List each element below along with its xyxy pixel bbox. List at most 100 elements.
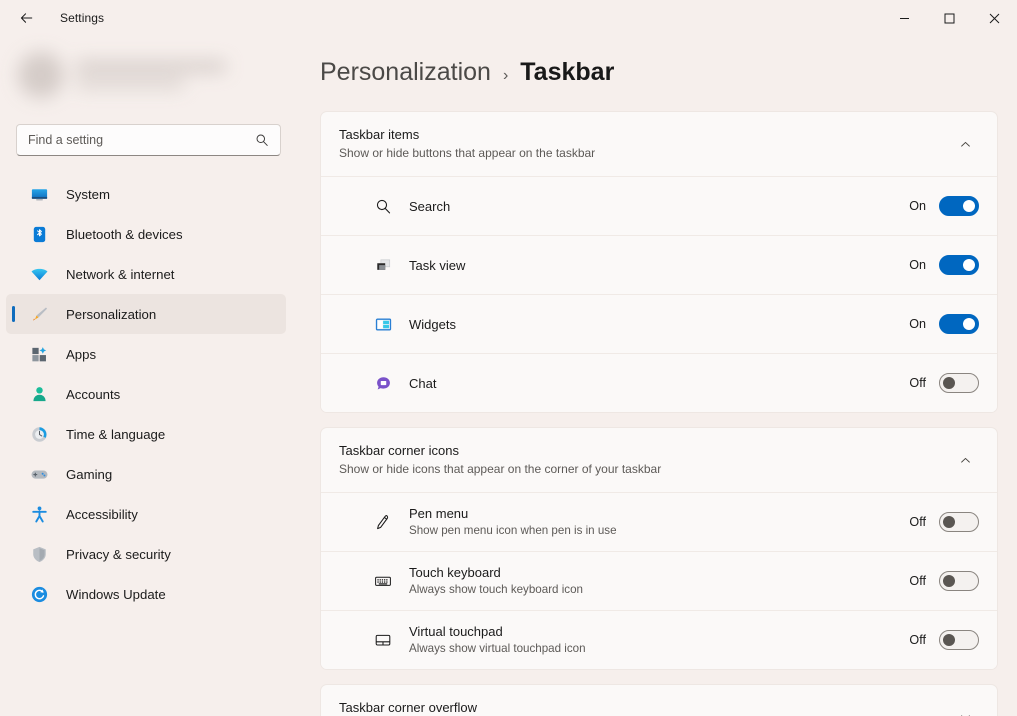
apps-icon (28, 343, 50, 365)
toggle-state-label: On (906, 199, 926, 213)
update-icon (28, 583, 50, 605)
breadcrumb-separator: › (503, 67, 508, 85)
app-title: Settings (60, 11, 104, 25)
personalization-icon (28, 303, 50, 325)
touchpad-icon (371, 631, 395, 649)
setting-description: Always show virtual touchpad icon (409, 641, 906, 657)
settings-window: Settings (0, 0, 1017, 716)
system-icon (28, 183, 50, 205)
accessibility-icon (28, 503, 50, 525)
keyboard-icon (371, 572, 395, 590)
sidebar-item-accessibility[interactable]: Accessibility (6, 494, 286, 534)
maximize-icon (944, 13, 955, 24)
minimize-icon (899, 13, 910, 24)
sidebar-item-windows-update[interactable]: Windows Update (6, 574, 286, 614)
toggle-switch[interactable] (939, 512, 979, 532)
task-view-icon (371, 257, 395, 274)
toggle-switch[interactable] (939, 571, 979, 591)
sidebar-item-network-internet[interactable]: Network & internet (6, 254, 286, 294)
close-icon (989, 13, 1000, 24)
setting-row-touch-keyboard[interactable]: Touch keyboard Always show touch keyboar… (321, 551, 997, 610)
sidebar-item-label: Network & internet (66, 267, 174, 282)
sidebar-item-accounts[interactable]: Accounts (6, 374, 286, 414)
main-content: Personalization › Taskbar Taskbar items … (296, 36, 1017, 716)
section-title: Taskbar items (339, 126, 951, 143)
setting-row-widgets[interactable]: Widgets On (321, 294, 997, 353)
setting-row-task-view[interactable]: Task view On (321, 235, 997, 294)
toggle-state-label: Off (906, 376, 926, 390)
toggle-group: Off (906, 571, 979, 591)
window-controls (882, 0, 1017, 36)
search-input[interactable] (16, 124, 281, 156)
setting-label: Virtual touchpad (409, 623, 906, 640)
widgets-icon (371, 316, 395, 333)
toggle-state-label: Off (906, 574, 926, 588)
section-header[interactable]: Taskbar corner overflow Choose which ico… (321, 685, 997, 716)
breadcrumb: Personalization › Taskbar (320, 36, 998, 111)
toggle-state-label: Off (906, 515, 926, 529)
section-taskbar-corner-icons: Taskbar corner icons Show or hide icons … (320, 427, 998, 670)
breadcrumb-parent[interactable]: Personalization (320, 58, 491, 87)
toggle-state-label: On (906, 258, 926, 272)
minimize-button[interactable] (882, 0, 927, 36)
maximize-button[interactable] (927, 0, 972, 36)
page-title: Taskbar (520, 58, 614, 87)
sidebar-item-label: Accessibility (66, 507, 138, 522)
bluetooth-icon (28, 223, 50, 245)
sidebar-item-label: Personalization (66, 307, 156, 322)
search-icon[interactable] (255, 124, 269, 156)
setting-label: Chat (409, 375, 906, 392)
sidebar-item-personalization[interactable]: Personalization (6, 294, 286, 334)
toggle-state-label: Off (906, 633, 926, 647)
section-subtitle: Show or hide buttons that appear on the … (339, 145, 951, 162)
toggle-switch[interactable] (939, 255, 979, 275)
section-header[interactable]: Taskbar corner icons Show or hide icons … (321, 428, 997, 492)
toggle-group: On (906, 255, 979, 275)
search-glyph-icon (255, 133, 269, 147)
sidebar-item-apps[interactable]: Apps (6, 334, 286, 374)
pen-icon (371, 513, 395, 531)
shield-icon (28, 543, 50, 565)
sidebar-nav: System Bluetooth & devices (0, 174, 296, 614)
title-bar: Settings (0, 0, 1017, 36)
toggle-group: On (906, 314, 979, 334)
user-profile-redacted[interactable] (10, 44, 280, 106)
accounts-icon (28, 383, 50, 405)
setting-row-virtual-touchpad[interactable]: Virtual touchpad Always show virtual tou… (321, 610, 997, 669)
section-header[interactable]: Taskbar items Show or hide buttons that … (321, 112, 997, 176)
sidebar-item-gaming[interactable]: Gaming (6, 454, 286, 494)
setting-label: Task view (409, 257, 906, 274)
section-taskbar-corner-overflow: Taskbar corner overflow Choose which ico… (320, 684, 998, 716)
sidebar-item-system[interactable]: System (6, 174, 286, 214)
sidebar-item-label: Accounts (66, 387, 120, 402)
avatar (18, 52, 64, 98)
sidebar-item-label: Time & language (66, 427, 165, 442)
chevron-down-icon[interactable] (951, 711, 979, 716)
sidebar-item-label: Bluetooth & devices (66, 227, 183, 242)
toggle-group: On (906, 196, 979, 216)
toggle-switch[interactable] (939, 314, 979, 334)
sidebar-item-label: Privacy & security (66, 547, 171, 562)
setting-row-chat[interactable]: Chat Off (321, 353, 997, 412)
toggle-switch[interactable] (939, 630, 979, 650)
setting-row-pen-menu[interactable]: Pen menu Show pen menu icon when pen is … (321, 492, 997, 551)
sidebar-item-privacy-security[interactable]: Privacy & security (6, 534, 286, 574)
toggle-group: Off (906, 373, 979, 393)
clock-icon (28, 423, 50, 445)
setting-row-search[interactable]: Search On (321, 176, 997, 235)
chevron-up-icon[interactable] (951, 138, 979, 151)
section-title: Taskbar corner icons (339, 442, 951, 459)
setting-label: Touch keyboard (409, 564, 906, 581)
chevron-up-icon[interactable] (951, 454, 979, 467)
network-icon (28, 263, 50, 285)
back-button[interactable] (6, 2, 46, 34)
setting-label: Widgets (409, 316, 906, 333)
toggle-group: Off (906, 512, 979, 532)
close-button[interactable] (972, 0, 1017, 36)
sidebar-item-time-language[interactable]: Time & language (6, 414, 286, 454)
sidebar-item-bluetooth-devices[interactable]: Bluetooth & devices (6, 214, 286, 254)
setting-label: Pen menu (409, 505, 906, 522)
sidebar: System Bluetooth & devices (0, 36, 296, 716)
toggle-switch[interactable] (939, 373, 979, 393)
toggle-switch[interactable] (939, 196, 979, 216)
